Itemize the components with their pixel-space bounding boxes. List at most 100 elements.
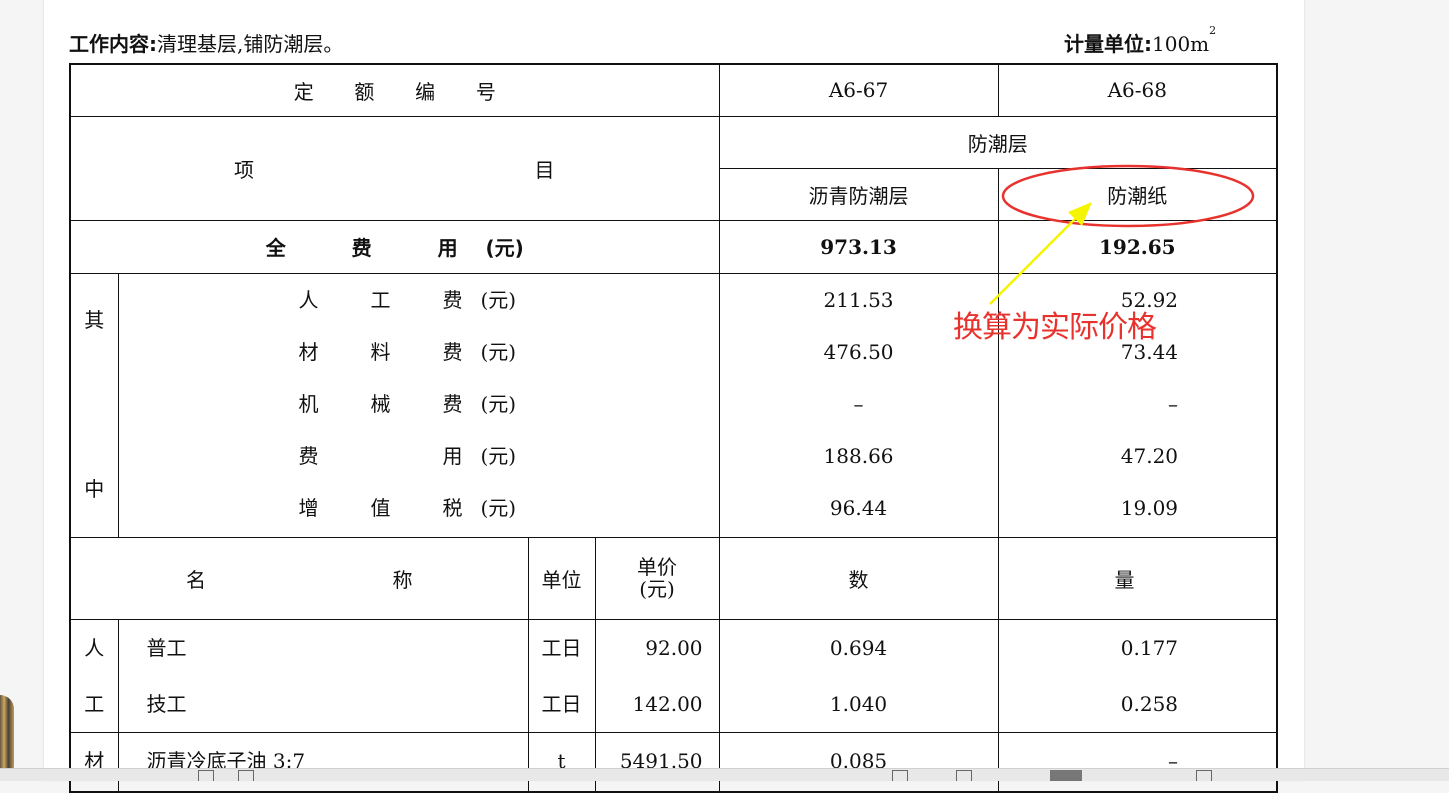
item-header-row: 项 目 防潮层: [69, 115, 1278, 221]
labor-qty-b: 0.177 0.258: [997, 618, 1278, 733]
breakdown-unit: (元): [480, 443, 517, 468]
annotation-note: 换算为实际价格: [953, 310, 1157, 345]
unit-header: 单位: [527, 536, 596, 620]
measurement-unit-value: 100m: [1152, 32, 1210, 56]
code-a6-68: A6-68: [997, 63, 1278, 117]
breakdown-value: –: [1168, 391, 1179, 416]
labor-names: 普工 技工: [117, 618, 529, 733]
breakdown-label-material: 材 料 费 (元): [299, 326, 719, 378]
work-content-line: 工作内容:清理基层,铺防潮层。: [69, 28, 343, 57]
toolbar-fit-icon[interactable]: [892, 770, 908, 781]
toolbar-fullscreen-icon[interactable]: [1196, 770, 1212, 781]
material-price: 5491.50: [594, 731, 720, 793]
labor-group-row: 人 工 普工 技工 工日 工日 92.00 142.00 0.694 1.040…: [69, 618, 1278, 733]
total-label: 全 费 用 (元): [69, 219, 720, 274]
item-label-cell: 项 目: [69, 115, 720, 221]
price-header-line2: (元): [639, 577, 675, 601]
breakdown-unit: (元): [480, 339, 517, 364]
labor-name: 技工: [146, 691, 187, 716]
total-row: 全 费 用 (元) 973.13 192.65: [69, 219, 1278, 274]
work-content-label: 工作内容:: [69, 32, 157, 56]
breakdown-label-labor: 人 工 费 (元): [299, 274, 719, 326]
breakdown-char: 材: [298, 339, 319, 364]
code-label: 定 额 编 号: [69, 63, 720, 117]
item-label-left: 项: [234, 157, 254, 182]
labor-qty: 0.258: [1120, 691, 1179, 716]
code-label-char: 额: [354, 79, 375, 104]
breakdown-char: 增: [298, 495, 319, 520]
breakdown-char: 料: [370, 339, 391, 364]
name-header-left: 名: [186, 567, 206, 592]
breakdown-labels: 人工费 (元) 材料费 (元) 机械费 (元) 费用 (元) 增值税 (元): [117, 272, 720, 538]
item-label-right: 目: [534, 157, 555, 182]
quantity-header-right: 量: [997, 536, 1278, 620]
material-row: 材 沥青冷底子油 3:7 t 5491.50 0.085 –: [69, 731, 1278, 793]
code-label-char: 号: [475, 79, 496, 104]
labor-qty: 1.040: [829, 691, 888, 716]
toolbar-zoom-slider[interactable]: [1050, 770, 1082, 781]
labor-price: 142.00: [632, 691, 703, 716]
breakdown-label-fees: 费 用 (元): [299, 430, 719, 482]
name-header-right: 称: [392, 567, 413, 592]
material-name: 沥青冷底子油 3:7: [117, 731, 529, 793]
quantity-header-left: 数: [718, 536, 999, 620]
breakdown-unit: (元): [480, 287, 517, 312]
total-label-unit: (元): [485, 236, 524, 260]
labor-qty: 0.177: [1120, 635, 1179, 660]
labor-qty: 0.694: [829, 635, 888, 660]
toolbar-view-icon[interactable]: [956, 770, 972, 781]
measurement-unit-label: 计量单位:: [1064, 32, 1152, 56]
labor-label-cell: 人 工: [69, 618, 119, 733]
breakdown-value: 188.66: [823, 443, 894, 468]
breakdown-unit: (元): [480, 391, 517, 416]
material-label-cell: 材: [69, 731, 119, 793]
material-qty-b: –: [997, 731, 1278, 793]
labor-char-top: 人: [84, 635, 105, 660]
among-char-bottom: 中: [84, 476, 105, 501]
breakdown-char: 费: [298, 443, 319, 468]
labor-qty-a: 0.694 1.040: [718, 618, 999, 733]
labor-unit: 工日: [541, 635, 582, 660]
breakdown-char: 值: [370, 495, 391, 520]
total-label-char: 费: [351, 236, 372, 260]
breakdown-char: 械: [370, 391, 391, 416]
group-header-moisture-layer: 防潮层: [718, 115, 1278, 169]
total-value-b: 192.65: [997, 219, 1278, 274]
breakdown-label-vat: 增 值 税 (元): [299, 482, 719, 534]
toolbar-page-icon[interactable]: [198, 770, 214, 781]
breakdown-char: 工: [370, 287, 391, 312]
labor-char-bottom: 工: [84, 691, 105, 716]
sub-header-paper: 防潮纸: [997, 167, 1278, 221]
labor-units: 工日 工日: [527, 618, 596, 733]
labor-name: 普工: [146, 635, 187, 660]
code-label-char: 编: [415, 79, 436, 104]
among-char-top: 其: [84, 307, 105, 332]
labor-unit: 工日: [541, 691, 582, 716]
breakdown-unit: (元): [480, 495, 517, 520]
unit-superscript: 2: [1209, 24, 1217, 37]
breakdown-char: 费: [442, 287, 463, 312]
breakdown-value: –: [853, 391, 864, 416]
breakdown-char: 用: [442, 443, 463, 468]
sub-header-asphalt: 沥青防潮层: [718, 167, 999, 221]
breakdown-value: 47.20: [1120, 443, 1179, 468]
total-value-a: 973.13: [718, 219, 999, 274]
breakdown-char: 费: [442, 339, 463, 364]
breakdown-char: 人: [298, 287, 319, 312]
total-label-char: 用: [437, 236, 458, 260]
breakdown-char: 机: [298, 391, 319, 416]
viewer-toolbar: [0, 768, 1449, 781]
total-label-char: 全: [265, 236, 286, 260]
breakdown-label-machinery: 机 械 费 (元): [299, 378, 719, 430]
price-header: 单价 (元): [594, 536, 720, 620]
breakdown-char: 费: [442, 391, 463, 416]
material-qty-a: 0.085: [718, 731, 999, 793]
price-header-line1: 单价: [637, 555, 678, 579]
material-unit: t: [527, 731, 596, 793]
breakdown-value: 96.44: [829, 495, 888, 520]
code-a6-67: A6-67: [718, 63, 999, 117]
labor-prices: 92.00 142.00: [594, 618, 720, 733]
toolbar-page-icon[interactable]: [238, 770, 254, 781]
resource-header-row: 名 称 单位 单价 (元) 数 量: [69, 536, 1278, 620]
code-row: 定 额 编 号 A6-67 A6-68: [69, 63, 1278, 117]
